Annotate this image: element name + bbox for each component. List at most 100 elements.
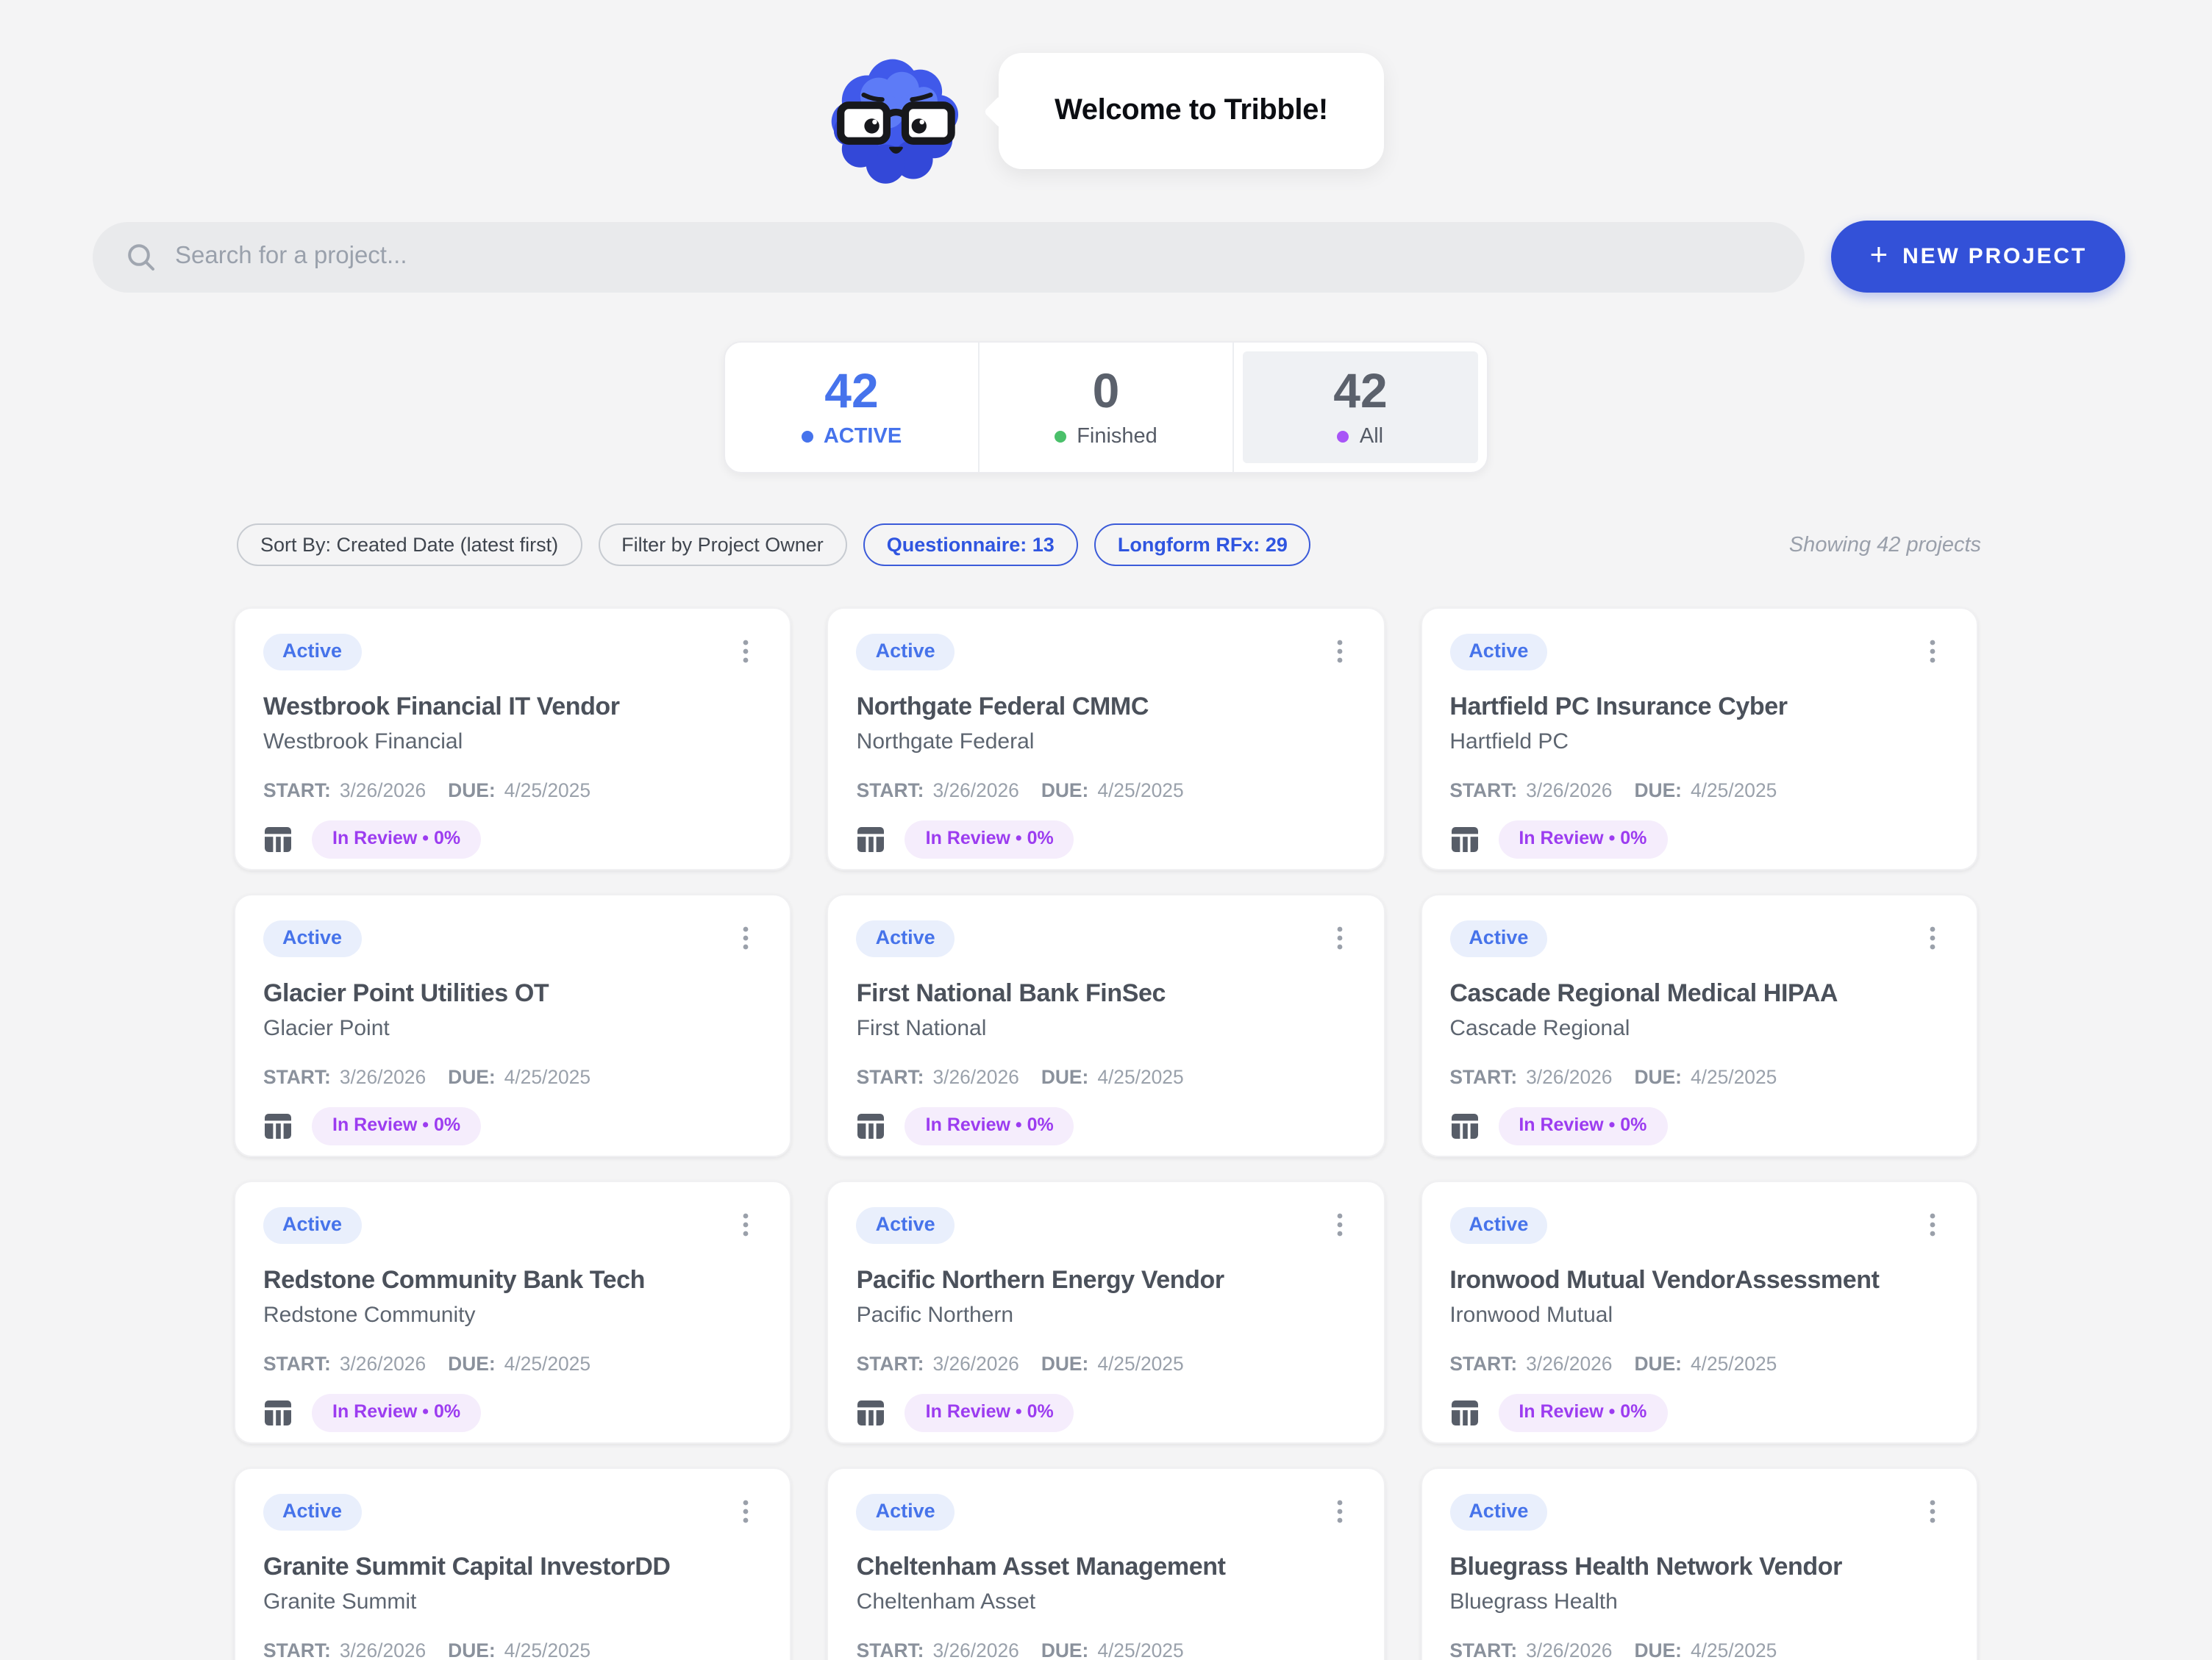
due-date: 4/25/2025 [1691,1353,1777,1375]
project-dates: START: 3/26/2026 DUE: 4/25/2025 [263,1353,763,1375]
project-dates: START: 3/26/2026 DUE: 4/25/2025 [263,1066,763,1088]
due-date: 4/25/2025 [1691,1066,1777,1088]
project-card[interactable]: Active Westbrook Financial IT Vendor Wes… [234,607,792,870]
due-date: 4/25/2025 [504,779,591,801]
project-client: Cascade Regional [1449,1016,1949,1041]
status-badge: Active [1449,1207,1547,1244]
more-options-icon[interactable] [1323,1207,1355,1242]
stat-active[interactable]: 42 ACTIVE [725,343,978,472]
finished-count: 0 [1093,366,1120,415]
start-date: 3/26/2026 [932,1066,1018,1088]
new-project-button[interactable]: + NEW PROJECT [1832,221,2125,293]
project-dates: START: 3/26/2026 DUE: 4/25/2025 [857,1639,1356,1660]
status-badge: Active [857,920,955,957]
project-search[interactable] [93,221,1805,292]
due-label: DUE: [1041,1353,1089,1375]
project-card[interactable]: Active Cheltenham Asset Management Chelt… [827,1467,1385,1660]
search-toolbar: + NEW PROJECT [93,221,2125,293]
active-count: 42 [824,366,878,415]
project-card[interactable]: Active Pacific Northern Energy Vendor Pa… [827,1181,1385,1444]
more-options-icon[interactable] [730,1207,763,1242]
project-dates: START: 3/26/2026 DUE: 4/25/2025 [857,1066,1356,1088]
due-label: DUE: [1041,1066,1089,1088]
stat-finished[interactable]: 0 Finished [978,343,1232,472]
project-title: First National Bank FinSec [857,979,1356,1009]
due-label: DUE: [448,779,496,801]
project-dates: START: 3/26/2026 DUE: 4/25/2025 [1449,779,1949,801]
start-label: START: [263,1066,331,1088]
more-options-icon[interactable] [1916,634,1949,669]
project-client: Ironwood Mutual [1449,1303,1949,1328]
project-card[interactable]: Active Cascade Regional Medical HIPAA Ca… [1420,894,1978,1157]
project-card[interactable]: Active Granite Summit Capital InvestorDD… [234,1467,792,1660]
project-title: Cheltenham Asset Management [857,1553,1356,1582]
project-dates: START: 3/26/2026 DUE: 4/25/2025 [857,779,1356,801]
more-options-icon[interactable] [1323,920,1355,956]
table-icon [857,824,886,854]
status-badge: Active [1449,920,1547,957]
speech-bubble-tail [983,94,1016,127]
longform-rfx-filter-chip[interactable]: Longform RFx: 29 [1094,523,1311,566]
start-label: START: [857,1639,924,1660]
project-card[interactable]: Active Ironwood Mutual VendorAssessment … [1420,1181,1978,1444]
all-count: 42 [1333,366,1387,415]
project-client: Pacific Northern [857,1303,1356,1328]
progress-badge: In Review • 0% [1498,1394,1667,1432]
stat-all[interactable]: 42 All [1232,343,1487,472]
more-options-icon[interactable] [1916,920,1949,956]
status-badge: Active [1449,634,1547,670]
table-icon [1449,1398,1479,1427]
project-title: Redstone Community Bank Tech [263,1266,763,1295]
start-label: START: [1449,1639,1517,1660]
sort-by-chip[interactable]: Sort By: Created Date (latest first) [237,523,582,566]
table-icon [1449,824,1479,854]
start-label: START: [857,1353,924,1375]
project-title: Ironwood Mutual VendorAssessment [1449,1266,1949,1295]
project-card[interactable]: Active Redstone Community Bank Tech Reds… [234,1181,792,1444]
table-icon [263,1111,293,1140]
project-client: Redstone Community [263,1303,763,1328]
table-icon [857,1111,886,1140]
project-card[interactable]: Active Glacier Point Utilities OT Glacie… [234,894,792,1157]
project-card[interactable]: Active Bluegrass Health Network Vendor B… [1420,1467,1978,1660]
search-icon [125,240,157,273]
due-date: 4/25/2025 [504,1639,591,1660]
status-badge: Active [263,920,361,957]
project-title: Cascade Regional Medical HIPAA [1449,979,1949,1009]
due-date: 4/25/2025 [1097,1639,1183,1660]
project-title: Northgate Federal CMMC [857,693,1356,722]
more-options-icon[interactable] [730,920,763,956]
filters-bar: Sort By: Created Date (latest first) Fil… [237,523,1981,566]
table-icon [263,824,293,854]
due-date: 4/25/2025 [504,1353,591,1375]
new-project-label: NEW PROJECT [1902,244,2087,269]
search-input[interactable] [175,243,1773,271]
more-options-icon[interactable] [1323,1494,1355,1529]
start-label: START: [263,779,331,801]
more-options-icon[interactable] [730,634,763,669]
more-options-icon[interactable] [1916,1494,1949,1529]
more-options-icon[interactable] [730,1494,763,1529]
project-card[interactable]: Active Hartfield PC Insurance Cyber Hart… [1420,607,1978,870]
project-title: Hartfield PC Insurance Cyber [1449,693,1949,722]
project-card[interactable]: Active First National Bank FinSec First … [827,894,1385,1157]
questionnaire-filter-chip[interactable]: Questionnaire: 13 [863,523,1078,566]
status-badge: Active [263,634,361,670]
more-options-icon[interactable] [1323,634,1355,669]
more-options-icon[interactable] [1916,1207,1949,1242]
due-date: 4/25/2025 [1691,1639,1777,1660]
filter-owner-chip[interactable]: Filter by Project Owner [598,523,847,566]
project-dates: START: 3/26/2026 DUE: 4/25/2025 [263,1639,763,1660]
due-date: 4/25/2025 [1097,1066,1183,1088]
start-label: START: [857,1066,924,1088]
finished-dot-icon [1055,431,1066,443]
plus-icon: + [1870,237,1888,273]
active-dot-icon [802,431,813,443]
project-card[interactable]: Active Northgate Federal CMMC Northgate … [827,607,1385,870]
progress-badge: In Review • 0% [1498,1107,1667,1145]
start-date: 3/26/2026 [932,1353,1018,1375]
progress-badge: In Review • 0% [1498,820,1667,859]
progress-badge: In Review • 0% [905,1394,1074,1432]
project-client: First National [857,1016,1356,1041]
start-label: START: [1449,1066,1517,1088]
